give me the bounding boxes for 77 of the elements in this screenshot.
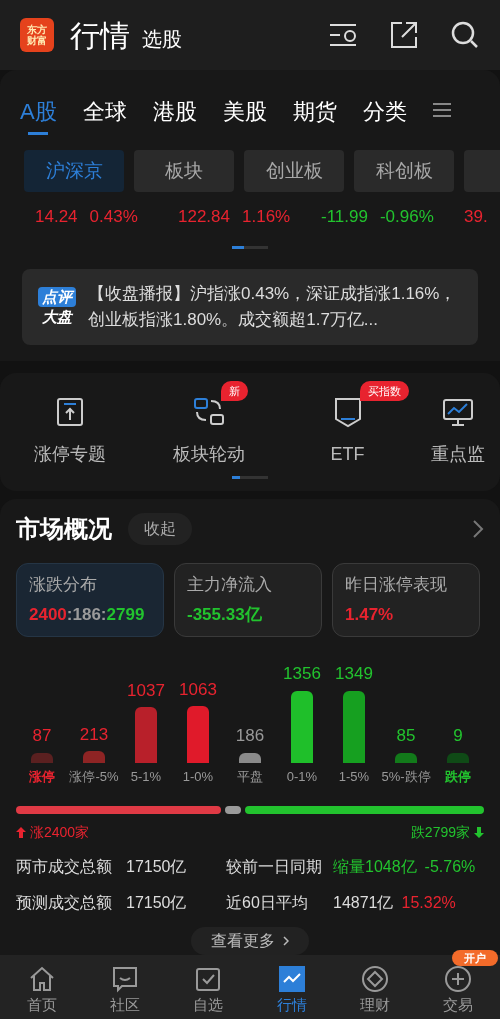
bar-value: 186 <box>235 725 265 747</box>
nav-item[interactable]: 社区 <box>110 963 140 1017</box>
index-change: 122.84 <box>178 206 230 228</box>
bar-value: 85 <box>396 725 416 747</box>
app-logo: 东方 财富 <box>20 18 54 52</box>
compare-label: 近60日平均 <box>226 893 309 913</box>
chevron-right-icon[interactable] <box>472 518 484 539</box>
bar-value: 87 <box>32 725 52 747</box>
bar-label: 涨停-5% <box>69 767 119 786</box>
up-count: 涨2400家 <box>30 823 90 842</box>
bar-value: 9 <box>453 725 463 747</box>
market-tab[interactable]: 期货 <box>292 85 337 135</box>
compare-value: 缩量1048亿 <box>333 857 417 877</box>
chevron-right-icon <box>283 936 289 946</box>
market-tab[interactable]: A股 <box>20 85 57 135</box>
tool-badge: 新 <box>221 380 248 401</box>
index-change: -11.99 <box>321 206 368 228</box>
nav-item[interactable]: 自选 <box>193 963 224 1017</box>
shortcut-item[interactable]: 涨停专题 <box>33 388 106 468</box>
plus-icon <box>443 963 474 994</box>
menu-icon[interactable] <box>432 102 451 118</box>
compare-value: -5.76% <box>424 857 476 877</box>
index-percent: 1.16% <box>242 206 291 228</box>
board-tab[interactable]: 沪深京 <box>24 150 124 192</box>
search-icon[interactable] <box>450 20 480 50</box>
overview-card[interactable]: 主力净流入 -355.33亿 <box>174 562 322 637</box>
board-tab[interactable]: 板块 <box>134 150 234 192</box>
stat-label: 两市成交总额 <box>16 857 113 877</box>
index-change: 14.24 <box>35 206 78 228</box>
nav-item[interactable]: 理财 <box>359 963 390 1017</box>
down-count: 跌2799家 <box>410 823 470 842</box>
market-tab[interactable]: 分类 <box>362 85 407 135</box>
bar-value: 1063 <box>179 678 217 701</box>
index-percent: 0.43% <box>89 206 138 228</box>
compare-value: 15.32% <box>401 893 456 913</box>
collapse-button[interactable]: 收起 <box>128 512 192 545</box>
bar-label: 5%-跌停 <box>381 767 431 786</box>
board-tab[interactable]: 创业板 <box>244 150 344 192</box>
stat-value: 17150亿 <box>126 893 188 913</box>
news-card[interactable]: 点评 大盘 【收盘播报】沪指涨0.43%，深证成指涨1.16%，创业板指涨1.80%。成交额超1.7万亿... <box>22 268 478 345</box>
bar-label: 1-5% <box>338 767 370 786</box>
view-more-button[interactable]: 查看更多 <box>191 927 309 955</box>
bar-label: 5-1% <box>130 767 162 786</box>
stock-picker-tab[interactable]: 选股 <box>142 24 182 54</box>
stat-label: 预测成交总额 <box>16 893 113 913</box>
arrow-down-icon <box>474 827 484 838</box>
bar-label: 平盘 <box>237 767 263 786</box>
chart-icon <box>276 963 307 994</box>
arrow-up-icon <box>16 827 26 838</box>
overview-card[interactable]: 涨跌分布 2400:186:2799 <box>16 562 164 637</box>
market-tab[interactable]: 美股 <box>222 85 267 135</box>
bar-value: 213 <box>79 723 109 746</box>
tool-badge: 买指数 <box>360 380 409 401</box>
nav-item[interactable]: 行情 <box>276 963 307 1017</box>
share-icon[interactable] <box>390 21 418 49</box>
board-tab[interactable]: 科创板 <box>354 150 454 192</box>
page-title: 行情 <box>70 17 130 54</box>
market-tab[interactable]: 全球 <box>82 85 127 135</box>
news-text: 【收盘播报】沪指涨0.43%，深证成指涨1.16%，创业板指涨1.80%。成交额超1.7万亿... <box>88 282 458 331</box>
bar-value: 1349 <box>335 663 373 686</box>
compare-label: 较前一日同期 <box>226 857 323 877</box>
nav-item[interactable]: 首页 <box>26 963 57 1017</box>
bar-label: 涨停 <box>29 767 55 786</box>
stat-value: 17150亿 <box>126 857 188 877</box>
bar-label: 0-1% <box>286 767 318 786</box>
index-change: 39. <box>464 206 488 228</box>
bar-label: 1-0% <box>182 767 214 786</box>
settings-icon[interactable] <box>328 22 358 48</box>
bar-value: 1037 <box>127 679 165 702</box>
section-title: 市场概况 <box>16 513 112 544</box>
bar-value: 1356 <box>283 663 321 685</box>
bar-label: 跌停 <box>445 767 471 786</box>
overview-card[interactable]: 昨日涨停表现 1.47% <box>332 562 480 637</box>
index-percent: -0.96% <box>379 206 434 228</box>
market-tab[interactable]: 港股 <box>152 85 197 135</box>
shortcut-item[interactable]: 重点监 <box>431 388 485 468</box>
compare-value: 14871亿 <box>333 893 394 913</box>
